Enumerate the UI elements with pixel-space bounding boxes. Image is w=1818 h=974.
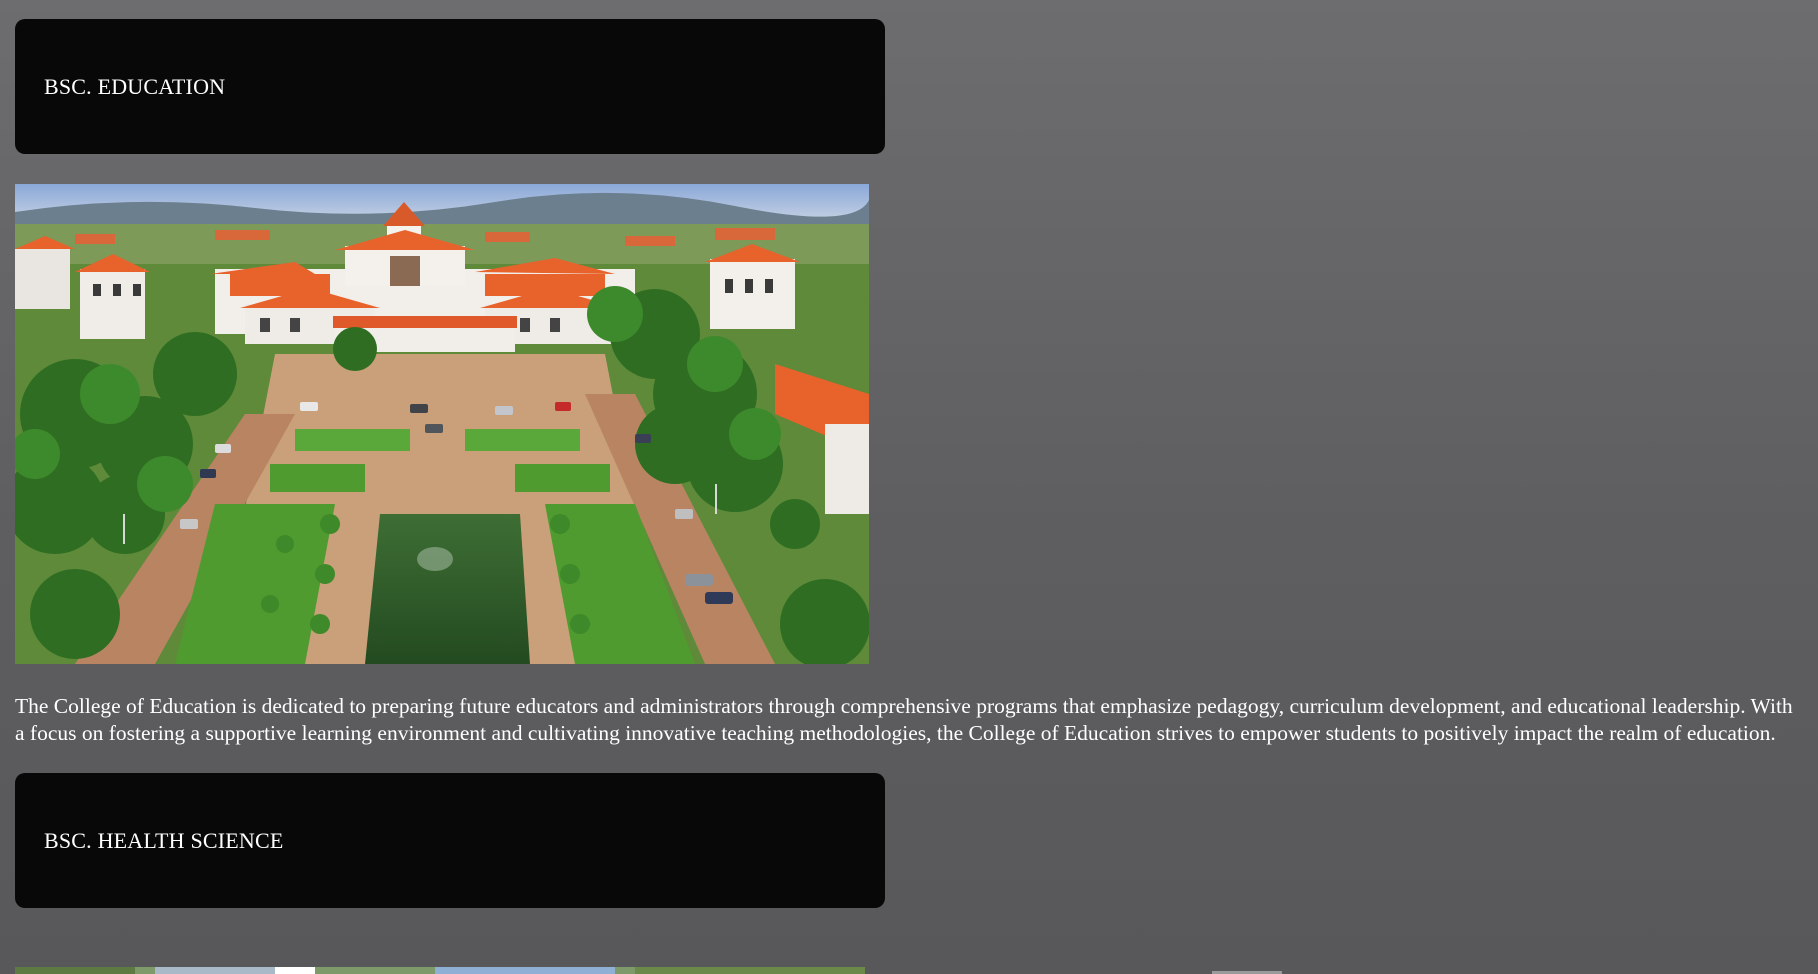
program-title: BSC. HEALTH SCIENCE (44, 827, 284, 853)
health-science-image-preview (15, 964, 865, 974)
program-description: The College of Education is dedicated to… (15, 694, 1793, 745)
program-header-education[interactable]: BSC. EDUCATION (15, 19, 885, 154)
campus-aerial-image (15, 184, 869, 664)
program-header-health-science[interactable]: BSC. HEALTH SCIENCE (15, 773, 885, 908)
program-list: BSC. EDUCATION The College of Education … (15, 19, 1805, 908)
program-title: BSC. EDUCATION (44, 73, 226, 99)
